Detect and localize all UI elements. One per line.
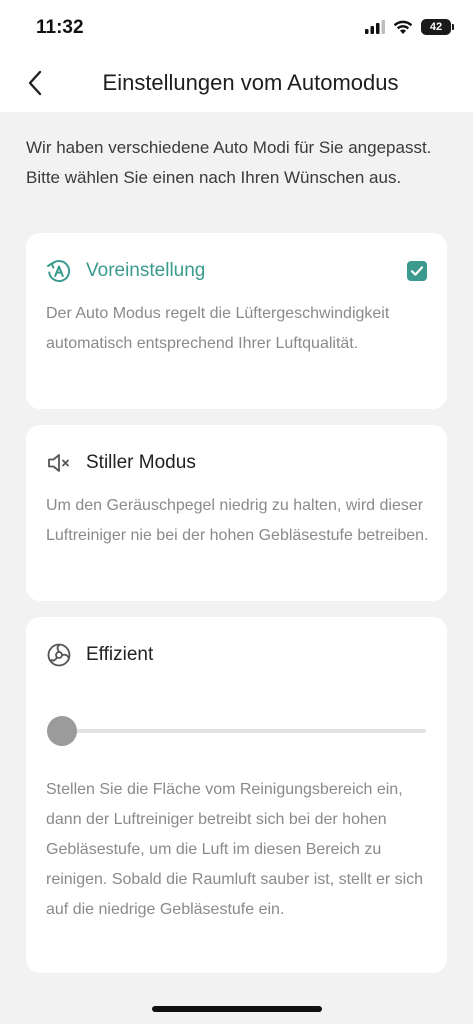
card-header: Voreinstellung <box>46 257 427 285</box>
mode-description: Um den Geräuschpegel niedrig zu halten, … <box>46 497 429 544</box>
checkmark-icon <box>410 266 424 276</box>
slider-thumb[interactable] <box>47 716 77 746</box>
auto-mode-icon <box>46 258 72 284</box>
mode-title: Effizient <box>86 644 154 665</box>
nav-bar: Einstellungen vom Automodus <box>0 56 473 112</box>
mode-card-efficient[interactable]: Effizient Stellen Sie die Fläche vom Rei… <box>26 617 447 973</box>
cellular-signal-icon <box>365 20 385 34</box>
battery-icon: 42 <box>421 19 454 35</box>
mode-card-silent[interactable]: Stiller Modus Um den Geräuschpegel niedr… <box>26 425 447 601</box>
mode-description: Stellen Sie die Fläche vom Reinigungsber… <box>46 781 424 918</box>
status-icons: 42 <box>365 19 454 35</box>
intro-text: Wir haben verschiedene Auto Modi für Sie… <box>26 138 432 187</box>
area-slider[interactable] <box>47 716 426 746</box>
mode-title: Voreinstellung <box>86 260 206 281</box>
card-header: Stiller Modus <box>46 449 427 477</box>
card-header: Effizient <box>46 641 427 669</box>
page-title: Einstellungen vom Automodus <box>102 70 399 95</box>
wifi-icon <box>393 20 413 34</box>
home-indicator <box>152 1006 322 1012</box>
status-time: 11:32 <box>36 17 84 38</box>
fan-efficiency-icon <box>46 642 72 668</box>
status-bar: 11:32 42 <box>0 0 473 56</box>
mode-title: Stiller Modus <box>86 452 196 473</box>
mode-card-preset[interactable]: Voreinstellung Der Auto Modus regelt die… <box>26 233 447 409</box>
speaker-mute-icon <box>46 450 72 476</box>
battery-level: 42 <box>429 21 443 33</box>
mode-checkbox-preset[interactable] <box>407 261 427 281</box>
mode-description: Der Auto Modus regelt die Lüftergeschwin… <box>46 305 390 352</box>
